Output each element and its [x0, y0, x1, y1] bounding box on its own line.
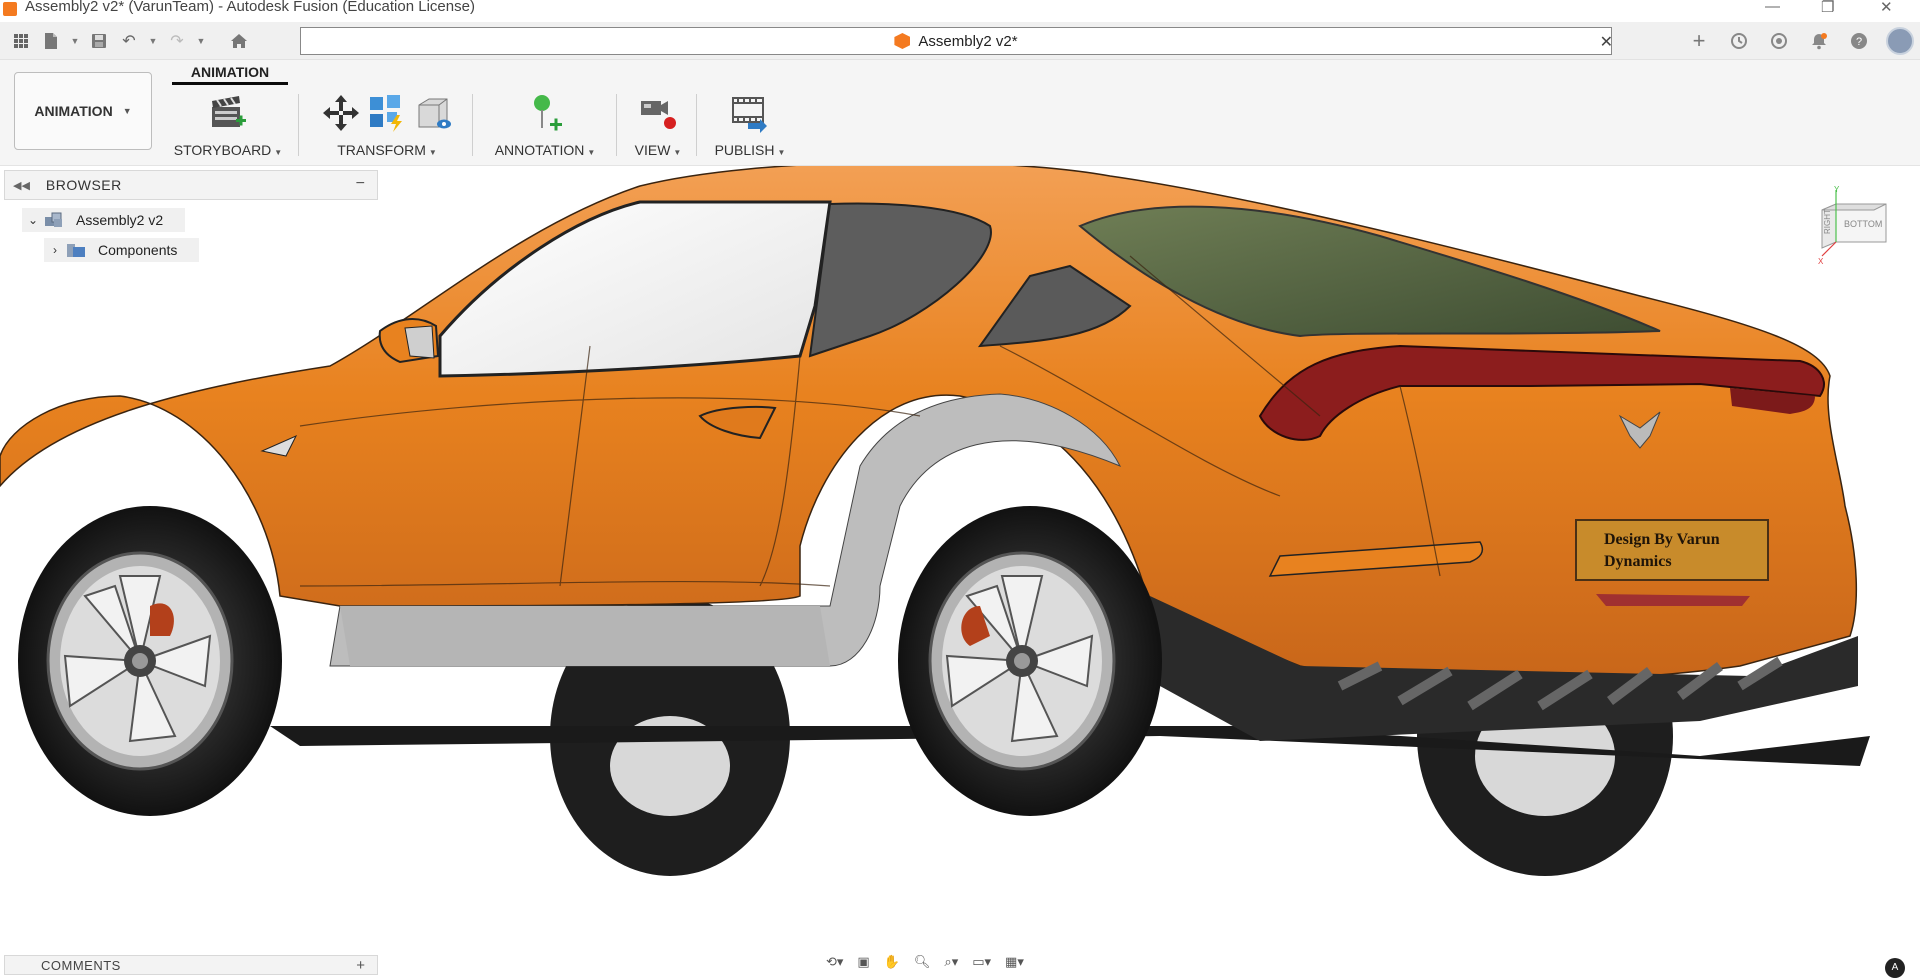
grid-settings-icon[interactable]: ▦▾	[1005, 954, 1024, 970]
car-model[interactable]: Design By Varun Dynamics	[0, 166, 1920, 946]
file-icon[interactable]	[40, 30, 62, 52]
browser-panel-header[interactable]: ◀◀ BROWSER −	[4, 170, 378, 200]
components-folder-icon	[66, 241, 86, 259]
minimize-panel-icon[interactable]: −	[356, 175, 365, 193]
workspace-switcher[interactable]: ANIMATION ▼	[14, 72, 152, 150]
transform-label: TRANSFORM ▼	[337, 142, 437, 158]
fusion-app-icon	[3, 2, 17, 16]
transform-group[interactable]: TRANSFORM ▼	[312, 90, 462, 164]
help-icon[interactable]: ?	[1846, 28, 1872, 54]
axis-x-label: X	[1818, 257, 1824, 266]
workspace-label: ANIMATION	[34, 103, 113, 119]
clock-icon[interactable]	[1726, 28, 1752, 54]
rear-wheel	[898, 506, 1162, 816]
chevron-right-icon[interactable]: ›	[44, 243, 66, 257]
rocker-panel	[340, 606, 830, 666]
publish-video-icon[interactable]	[730, 93, 770, 133]
active-tab-indicator	[172, 82, 288, 85]
publish-label: PUBLISH ▼	[714, 142, 786, 158]
undo-icon[interactable]: ↶	[118, 30, 140, 52]
front-side-window	[438, 200, 832, 378]
viewcube-right-face[interactable]: RIGHT	[1823, 209, 1832, 234]
application-bar: ▼ ↶ ▼ ↷ ▼ Assembly2 v2* ✕ + ?	[0, 22, 1920, 60]
add-comment-icon[interactable]: +	[356, 957, 365, 974]
document-tab[interactable]: Assembly2 v2* ✕	[300, 27, 1613, 55]
tree-node-components[interactable]: › Components	[44, 238, 200, 262]
license-plate	[1575, 519, 1769, 581]
comments-panel-header[interactable]: COMMENTS +	[4, 955, 378, 975]
storyboard-group[interactable]: STORYBOARD ▼	[170, 90, 286, 164]
tree-node-label: Assembly2 v2	[76, 212, 164, 228]
assembly-icon	[44, 211, 64, 229]
window-title: Assembly2 v2* (VarunTeam) - Autodesk Fus…	[25, 0, 475, 15]
rear-bumper-light	[1596, 594, 1750, 606]
tab-animation-label: ANIMATION	[190, 64, 270, 80]
look-at-icon[interactable]: ▣	[857, 954, 869, 970]
axis-y-label: Y	[1834, 186, 1840, 194]
chevron-down-icon: ▼	[122, 106, 132, 116]
user-avatar[interactable]	[1886, 27, 1914, 55]
tab-animation[interactable]: ANIMATION	[172, 64, 288, 85]
tree-node-label: Components	[98, 242, 178, 258]
view-group[interactable]: VIEW ▼	[628, 90, 688, 164]
document-tab-label: Assembly2 v2*	[918, 32, 1018, 50]
redo-icon[interactable]: ↷	[166, 30, 188, 52]
browser-title: BROWSER	[45, 177, 122, 193]
svg-text:?: ?	[1856, 36, 1862, 48]
undo-dropdown-icon[interactable]: ▼	[148, 30, 158, 52]
comments-title: COMMENTS	[41, 957, 121, 973]
window-titlebar: Assembly2 v2* (VarunTeam) - Autodesk Fus…	[0, 0, 1920, 18]
quick-access-toolbar: ▼ ↶ ▼ ↷ ▼	[0, 22, 250, 60]
zoom-window-icon[interactable]: ⌕▾	[944, 954, 958, 970]
view-label: VIEW ▼	[634, 142, 682, 158]
ribbon-separator	[616, 94, 617, 156]
ribbon-separator	[472, 94, 473, 156]
annotation-label: ANNOTATION ▼	[494, 142, 596, 158]
bell-icon[interactable]	[1806, 28, 1832, 54]
autodesk-logo-icon: A	[1885, 958, 1905, 978]
canvas-viewport[interactable]: Design By Varun Dynamics	[0, 166, 1920, 946]
right-controls: + ?	[1686, 22, 1920, 60]
pan-icon[interactable]: ✋	[884, 954, 900, 970]
redo-dropdown-icon[interactable]: ▼	[196, 30, 206, 52]
record-view-icon[interactable]	[638, 93, 678, 133]
auto-explode-icon[interactable]	[367, 93, 407, 133]
close-tab-icon[interactable]: ✕	[1600, 32, 1613, 52]
file-dropdown-icon[interactable]: ▼	[70, 30, 80, 52]
display-settings-icon[interactable]: ▭▾	[972, 954, 991, 970]
front-wheel	[18, 506, 282, 816]
storyboard-label: STORYBOARD ▼	[173, 142, 283, 158]
toolbar-ribbon: ANIMATION ▼ ANIMATION STORYBOARD ▼ TRANS…	[0, 60, 1920, 166]
orbit-icon[interactable]: ⟲▾	[826, 954, 843, 970]
new-storyboard-icon[interactable]	[208, 93, 248, 133]
close-window-icon[interactable]: ✕	[1880, 0, 1893, 16]
minimize-icon[interactable]: —	[1765, 0, 1780, 15]
viewcube[interactable]: RIGHT BOTTOM Y X	[1818, 185, 1892, 266]
tree-node-root[interactable]: ⌄ Assembly2 v2	[22, 208, 186, 232]
assembly-doc-icon	[894, 33, 911, 49]
zoom-icon[interactable]: 🔍︎	[914, 954, 931, 970]
navigation-bar: ⟲▾ ▣ ✋ 🔍︎ ⌕▾ ▭▾ ▦▾	[826, 953, 1024, 971]
ribbon-separator	[696, 94, 697, 156]
annotation-group[interactable]: ANNOTATION ▼	[486, 90, 604, 164]
mirror-glass	[404, 325, 435, 359]
grid-icon[interactable]	[10, 30, 32, 52]
status-icon[interactable]	[1766, 28, 1792, 54]
ribbon-separator	[298, 94, 299, 156]
create-callout-icon[interactable]	[525, 93, 565, 133]
save-icon[interactable]	[88, 30, 110, 52]
plus-icon[interactable]: +	[1686, 28, 1712, 54]
collapse-panel-icon[interactable]: ◀◀	[13, 179, 30, 192]
show-hide-icon[interactable]	[413, 93, 453, 133]
viewcube-bottom-face[interactable]: BOTTOM	[1844, 219, 1882, 229]
license-plate-text-2: Dynamics	[1604, 553, 1672, 570]
home-icon[interactable]	[228, 30, 250, 52]
publish-group[interactable]: PUBLISH ▼	[710, 90, 790, 164]
license-plate-text-1: Design By Varun	[1604, 531, 1720, 548]
chevron-down-icon[interactable]: ⌄	[22, 213, 44, 227]
restore-icon[interactable]: ❐	[1821, 0, 1834, 16]
move-icon[interactable]	[321, 93, 361, 133]
